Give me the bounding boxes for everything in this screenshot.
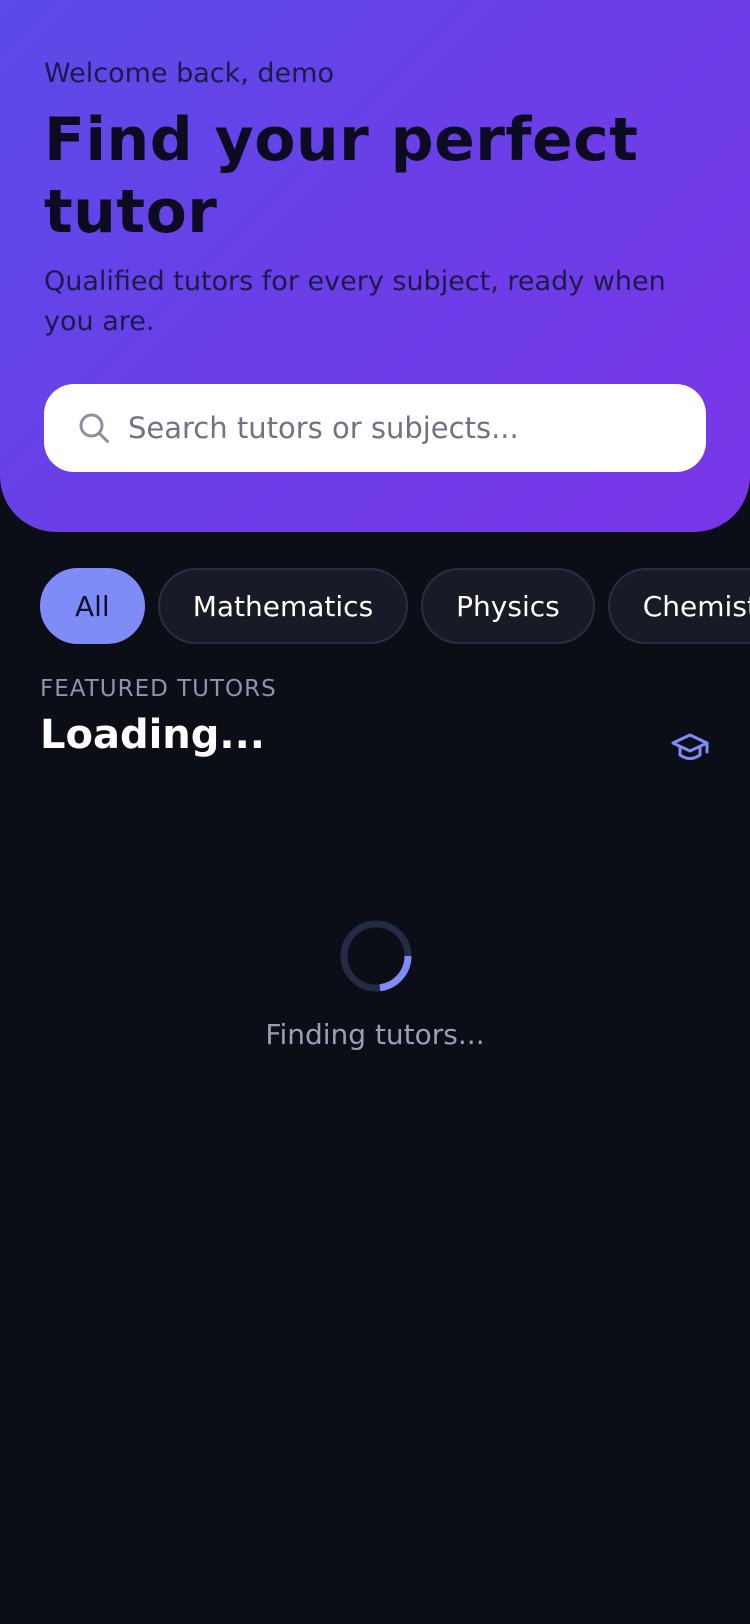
chip-mathematics[interactable]: Mathematics [157, 568, 409, 644]
chip-all[interactable]: All [40, 568, 145, 644]
section-title: Loading... [40, 712, 265, 758]
search-icon [78, 412, 110, 444]
hero-subtitle: Qualified tutors for every subject, read… [44, 266, 666, 337]
chip-chemistry[interactable]: Chemistry [607, 568, 750, 644]
search-bar[interactable] [44, 384, 706, 472]
section-eyebrow: FEATURED TUTORS [40, 676, 277, 702]
subject-filter-chips: AllMathematicsPhysicsChemistry [40, 568, 750, 644]
search-input[interactable] [128, 398, 688, 458]
chip-physics[interactable]: Physics [421, 568, 595, 644]
graduation-cap-icon [670, 728, 710, 768]
loading-text: Finding tutors... [265, 1018, 485, 1051]
hero-header: Welcome back, demo Find your perfect tut… [0, 0, 750, 532]
hero-title: Find your perfect tutor [44, 105, 639, 247]
loading-spinner [340, 920, 412, 992]
welcome-message: Welcome back, demo [44, 58, 334, 89]
